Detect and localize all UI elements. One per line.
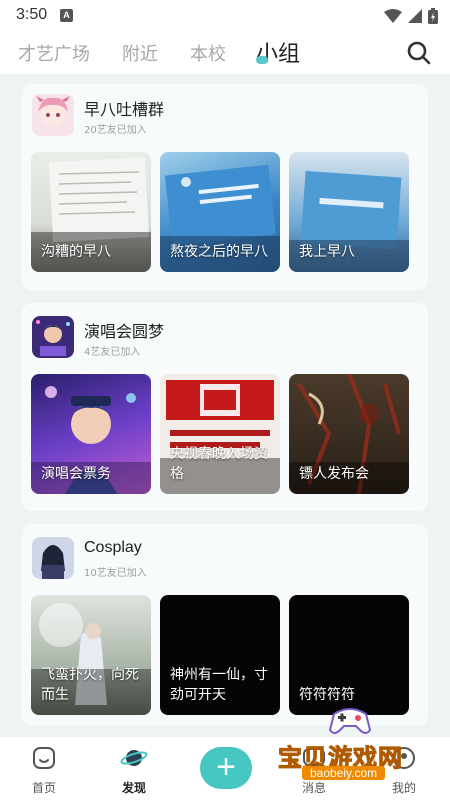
status-time: 3:50 — [16, 6, 48, 23]
active-tab-indicator — [256, 56, 268, 64]
group-name[interactable]: Cosplay — [84, 539, 142, 557]
nav-label: 发现 — [121, 781, 146, 795]
status-icons — [384, 8, 438, 24]
gamepad-icon — [328, 708, 372, 734]
signal-icon — [408, 9, 422, 23]
group-avatar — [32, 94, 74, 136]
post-tile[interactable]: 飞蛮扑火，向死而生 — [31, 595, 151, 715]
post-tile[interactable]: 央视春晚入场资格 — [160, 374, 280, 494]
post-caption: 演唱会票务 — [41, 466, 111, 482]
post-tile[interactable]: 神州有一仙，寸劲可开天 — [160, 595, 280, 715]
planet-icon — [120, 750, 148, 766]
notification-icon: A — [60, 9, 73, 22]
group-card[interactable]: Cosplay 10艺友已加入 飞蛮扑火，向死而生 神州有一仙，寸劲可开天 符符… — [22, 524, 428, 726]
battery-icon — [428, 8, 438, 24]
post-caption: 飞蛮扑火，向死而生 — [41, 667, 139, 703]
watermark-url: baobeiy.com — [302, 766, 386, 780]
nav-discover[interactable]: 发现 — [104, 745, 164, 796]
post-tile[interactable]: 演唱会票务 — [31, 374, 151, 494]
tab-nearby[interactable]: 附近 — [122, 40, 158, 66]
nav-label: 首页 — [31, 781, 56, 795]
tab-this-school[interactable]: 本校 — [190, 40, 226, 66]
post-tile[interactable]: 镖人发布会 — [289, 374, 409, 494]
group-card[interactable]: 早八吐槽群 20艺友已加入 沟糟的早八 熬夜之后的早八 我上早八 — [22, 84, 428, 290]
home-icon — [33, 747, 55, 769]
post-tile[interactable]: 符符符符 — [289, 595, 409, 715]
group-name[interactable]: 演唱会圆梦 — [84, 318, 164, 342]
watermark: 宝贝游戏网 baobeiy.com — [268, 702, 448, 782]
post-caption: 沟糟的早八 — [41, 244, 111, 260]
group-avatar — [32, 316, 74, 358]
post-caption: 熬夜之后的早八 — [170, 244, 268, 260]
post-caption: 央视春晚入场资格 — [170, 446, 268, 482]
post-tile[interactable]: 熬夜之后的早八 — [160, 152, 280, 272]
post-tile[interactable]: 沟糟的早八 — [31, 152, 151, 272]
group-card[interactable]: 演唱会圆梦 4艺友已加入 演唱会票务 央视春晚入场资格 镖人发布会 — [22, 303, 428, 511]
group-member-count: 4艺友已加入 — [84, 347, 141, 358]
group-member-count: 10艺友已加入 — [84, 568, 147, 579]
post-tile[interactable]: 我上早八 — [289, 152, 409, 272]
tab-talent-square[interactable]: 才艺广场 — [18, 40, 90, 66]
group-name[interactable]: 早八吐槽群 — [84, 96, 164, 120]
status-bar: 3:50 A — [0, 0, 450, 32]
wifi-icon — [384, 9, 402, 23]
nav-home[interactable]: 首页 — [14, 745, 74, 796]
search-icon[interactable] — [406, 40, 432, 66]
post-caption: 我上早八 — [299, 244, 355, 260]
add-post-button[interactable]: + — [200, 747, 252, 789]
group-avatar — [32, 537, 74, 579]
post-caption: 神州有一仙，寸劲可开天 — [170, 667, 268, 703]
group-member-count: 20艺友已加入 — [84, 125, 147, 136]
top-tab-bar: 才艺广场 附近 本校 小组 — [0, 32, 450, 74]
post-caption: 镖人发布会 — [299, 466, 369, 482]
